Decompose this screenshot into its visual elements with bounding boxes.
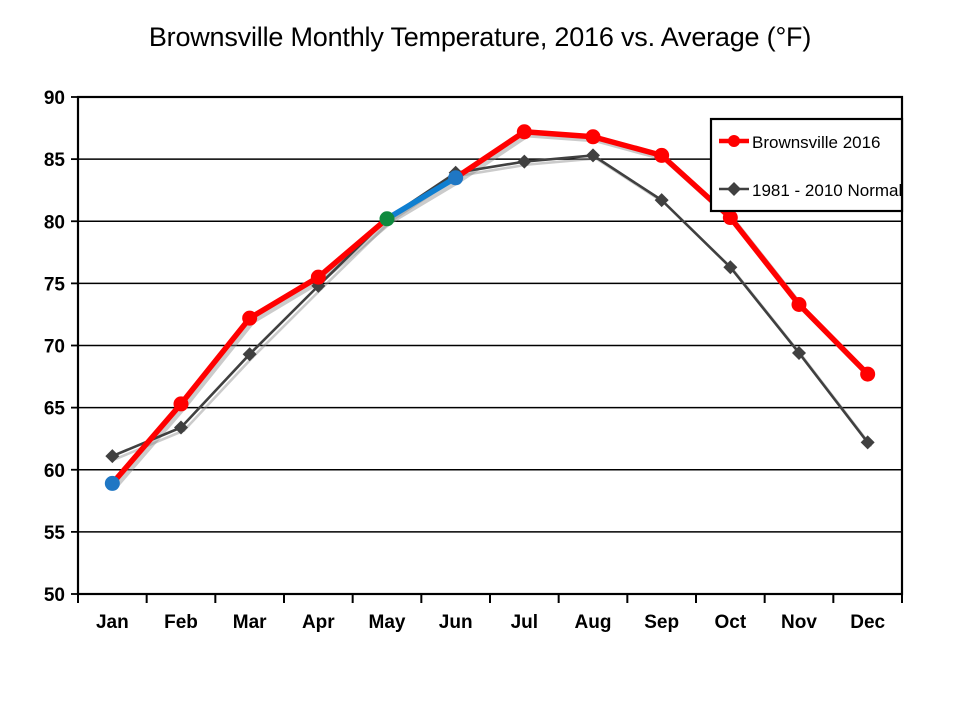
series-line-segment <box>384 175 459 222</box>
x-axis-tick-label: Oct <box>714 612 746 633</box>
data-point-marker[interactable] <box>654 147 670 163</box>
data-point-marker[interactable] <box>242 310 258 326</box>
y-axis-tick-label: 90 <box>44 88 65 109</box>
chart-legend[interactable]: Brownsville 2016 1981 - 2010 Normal <box>709 117 904 213</box>
legend-label-1981-2010-normal: 1981 - 2010 Normal <box>752 181 902 200</box>
chart-plot-area: 50 55 60 65 70 75 80 85 90 Jan Feb Mar Apr May Jun Jul… <box>44 88 904 633</box>
x-axis-tick-label: Aug <box>575 612 612 633</box>
data-point-marker[interactable] <box>105 449 120 464</box>
series-line-segment <box>590 134 665 159</box>
data-point-marker[interactable] <box>379 211 395 227</box>
x-axis-tick-label: Sep <box>644 612 679 633</box>
y-axis-tick-label: 55 <box>44 523 66 544</box>
x-axis-tick-labels: Jan Feb Mar Apr May Jun Jul Aug Sep Oct Nov Dec <box>96 612 886 633</box>
data-point-marker[interactable] <box>791 296 807 312</box>
y-axis-tick-label: 85 <box>44 150 66 171</box>
x-axis-tick-label: Jan <box>96 612 129 633</box>
chart-container: Brownsville Monthly Temperature, 2016 vs… <box>0 0 960 720</box>
legend-label-brownsville-2016: Brownsville 2016 <box>752 133 881 152</box>
series-line-segment <box>729 265 801 355</box>
data-point-marker[interactable] <box>173 396 189 412</box>
y-axis-tick-labels: 50 55 60 65 70 75 80 85 90 <box>44 88 66 606</box>
series-line-shadow <box>112 404 187 490</box>
series-line-segment <box>727 214 802 308</box>
series-line-segment <box>315 216 390 280</box>
series-line-segment <box>109 401 184 487</box>
x-axis-tick-marks <box>77 594 903 603</box>
data-point-marker[interactable] <box>585 129 601 145</box>
data-point-marker[interactable] <box>310 269 326 285</box>
x-axis-tick-label: Dec <box>850 612 885 633</box>
data-point-marker[interactable] <box>448 170 464 186</box>
series-line-shadow <box>455 132 531 184</box>
series-line-shadow <box>387 178 462 225</box>
data-point-marker[interactable] <box>722 210 738 226</box>
y-axis-tick-label: 75 <box>44 274 66 295</box>
x-axis-tick-label: Jul <box>511 612 538 633</box>
x-axis-tick-label: Feb <box>164 612 198 633</box>
y-axis-tick-label: 70 <box>44 337 65 358</box>
y-axis-tick-label: 65 <box>44 399 66 420</box>
y-axis-tick-label: 50 <box>44 585 65 606</box>
data-point-marker[interactable] <box>516 124 532 140</box>
x-axis-tick-label: Nov <box>781 612 817 633</box>
x-axis-tick-label: Apr <box>302 612 335 633</box>
x-axis-tick-label: Jun <box>439 612 473 633</box>
data-point-marker[interactable] <box>104 475 120 491</box>
x-axis-tick-label: May <box>369 612 406 633</box>
x-axis-tick-label: Mar <box>233 612 267 633</box>
y-axis-tick-label: 80 <box>44 212 65 233</box>
y-axis-tick-label: 60 <box>44 461 65 482</box>
series-line-segment <box>591 154 663 202</box>
legend-swatch-marker-2016 <box>728 135 740 147</box>
data-point-marker[interactable] <box>860 366 876 382</box>
